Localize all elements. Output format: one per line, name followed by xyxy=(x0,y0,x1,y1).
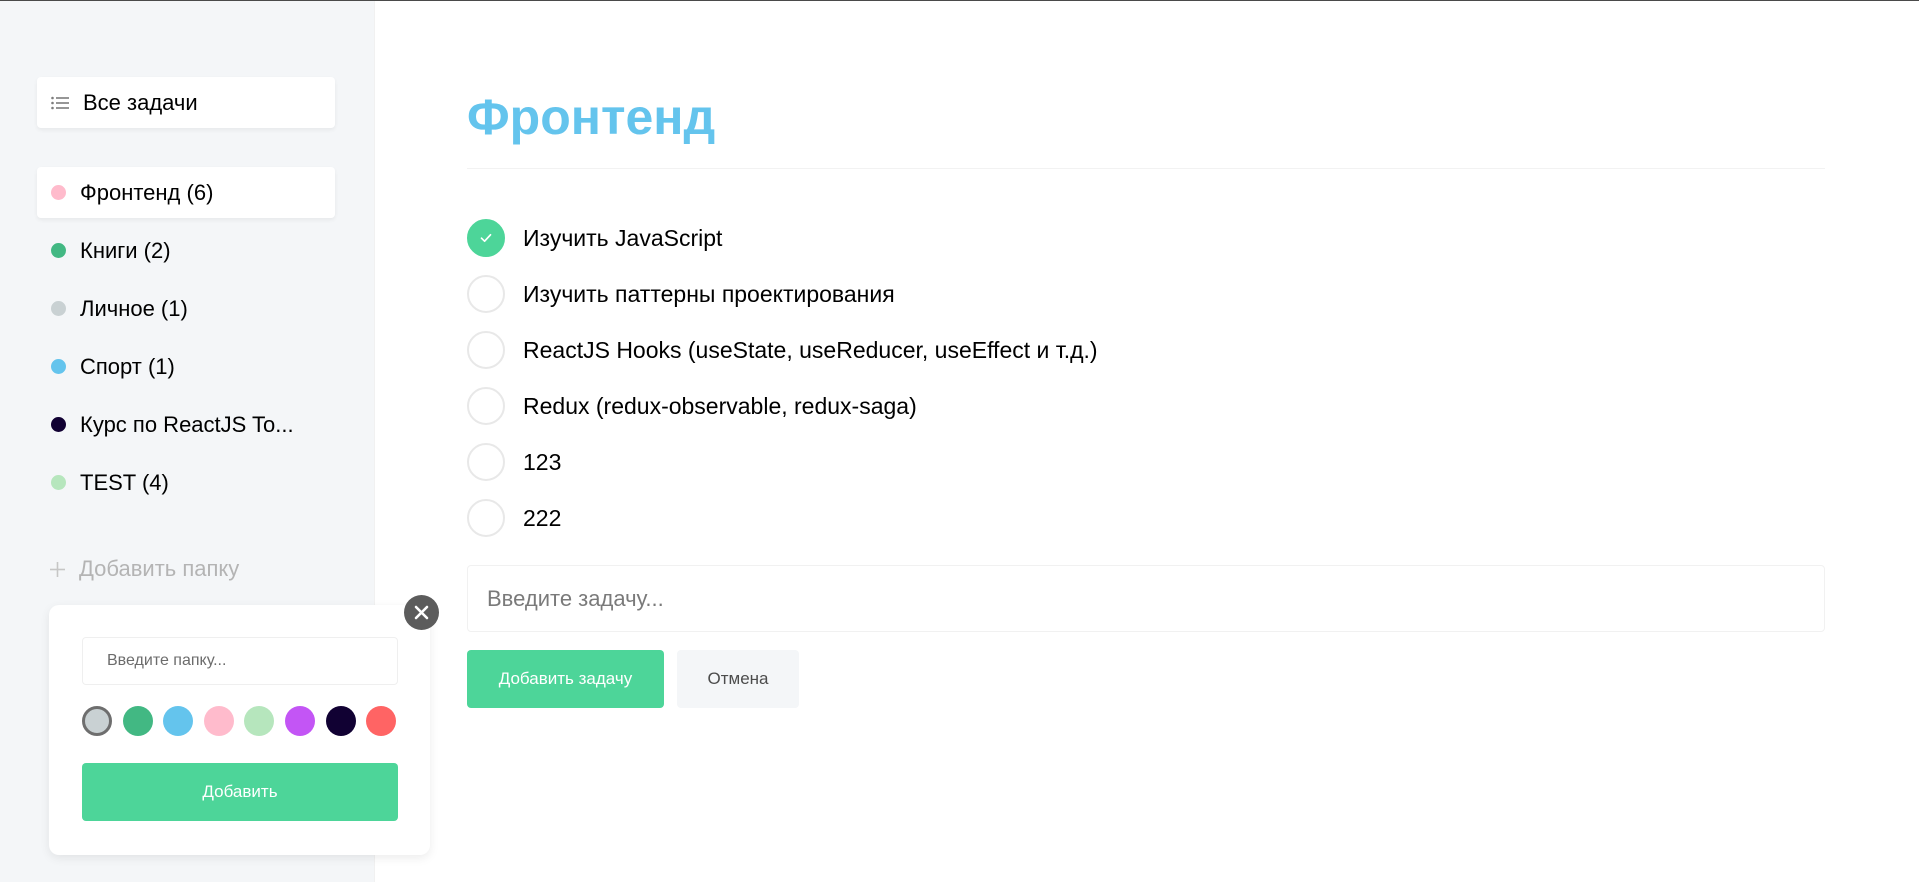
title-divider xyxy=(467,168,1825,169)
task-checkbox[interactable] xyxy=(467,219,505,257)
color-option-light-green[interactable] xyxy=(244,706,275,736)
task-text: 222 xyxy=(523,505,562,531)
color-option-blue[interactable] xyxy=(163,706,194,736)
folder-label: Личное (1) xyxy=(80,295,188,321)
task-item: Изучить паттерны проектирования xyxy=(467,275,1098,331)
folder-list: Фронтенд (6) Книги (2) Личное (1) Спорт … xyxy=(37,167,335,515)
task-checkbox[interactable] xyxy=(467,499,505,537)
folder-label: Книги (2) xyxy=(80,237,171,263)
color-option-grey[interactable] xyxy=(82,706,112,736)
task-input[interactable] xyxy=(467,565,1825,632)
plus-icon xyxy=(50,561,65,577)
close-icon xyxy=(414,605,429,620)
folder-color-dot xyxy=(51,301,66,316)
task-checkbox[interactable] xyxy=(467,331,505,369)
task-text: Изучить JavaScript xyxy=(523,225,723,251)
task-item: 123 xyxy=(467,443,1098,499)
task-item: Redux (redux-observable, redux-saga) xyxy=(467,387,1098,443)
task-checkbox[interactable] xyxy=(467,275,505,313)
task-item: 222 xyxy=(467,499,1098,555)
folder-label: Спорт (1) xyxy=(80,353,175,379)
task-checkbox[interactable] xyxy=(467,387,505,425)
color-picker xyxy=(82,706,407,736)
add-task-button[interactable]: Добавить задачу xyxy=(467,650,664,708)
folder-color-dot xyxy=(51,475,66,490)
task-checkbox[interactable] xyxy=(467,443,505,481)
add-folder-label: Добавить папку xyxy=(79,556,240,581)
all-tasks-label: Все задачи xyxy=(83,89,198,115)
popup-close-button[interactable] xyxy=(404,595,439,630)
task-list: Изучить JavaScript Изучить паттерны прое… xyxy=(467,219,1098,555)
color-option-red[interactable] xyxy=(366,706,397,736)
folder-color-dot xyxy=(51,243,66,258)
color-option-black[interactable] xyxy=(325,706,356,736)
folder-label: Фронтенд (6) xyxy=(80,179,214,205)
color-option-pink[interactable] xyxy=(203,706,234,736)
sidebar-item-books[interactable]: Книги (2) xyxy=(37,225,335,276)
folder-label: TEST (4) xyxy=(80,469,169,495)
folder-label: Курс по ReactJS To... xyxy=(80,411,294,437)
color-option-green[interactable] xyxy=(122,706,153,736)
folder-color-dot xyxy=(51,359,66,374)
add-folder-button[interactable]: Добавить папку xyxy=(50,556,239,582)
task-item: Изучить JavaScript xyxy=(467,219,1098,275)
task-item: ReactJS Hooks (useState, useReducer, use… xyxy=(467,331,1098,387)
list-icon xyxy=(51,96,69,109)
sidebar-item-test[interactable]: TEST (4) xyxy=(37,457,335,508)
task-text: 123 xyxy=(523,449,562,475)
folder-color-dot xyxy=(51,185,66,200)
task-text: ReactJS Hooks (useState, useReducer, use… xyxy=(523,337,1098,363)
folder-color-dot xyxy=(51,417,66,432)
page-title: Фронтенд xyxy=(467,89,716,145)
popup-add-button[interactable]: Добавить xyxy=(82,763,398,821)
sidebar-item-reactjs-course[interactable]: Курс по ReactJS To... xyxy=(37,399,335,450)
cancel-button[interactable]: Отмена xyxy=(677,650,799,708)
add-folder-popup: Добавить xyxy=(49,605,430,855)
folder-name-input[interactable] xyxy=(82,637,398,685)
all-tasks-button[interactable]: Все задачи xyxy=(37,77,335,128)
task-text: Redux (redux-observable, redux-saga) xyxy=(523,393,917,419)
sidebar-item-frontend[interactable]: Фронтенд (6) xyxy=(37,167,335,218)
task-text: Изучить паттерны проектирования xyxy=(523,281,895,307)
color-option-purple[interactable] xyxy=(284,706,315,736)
checkmark-icon xyxy=(480,233,492,243)
sidebar-item-personal[interactable]: Личное (1) xyxy=(37,283,335,334)
sidebar-item-sport[interactable]: Спорт (1) xyxy=(37,341,335,392)
